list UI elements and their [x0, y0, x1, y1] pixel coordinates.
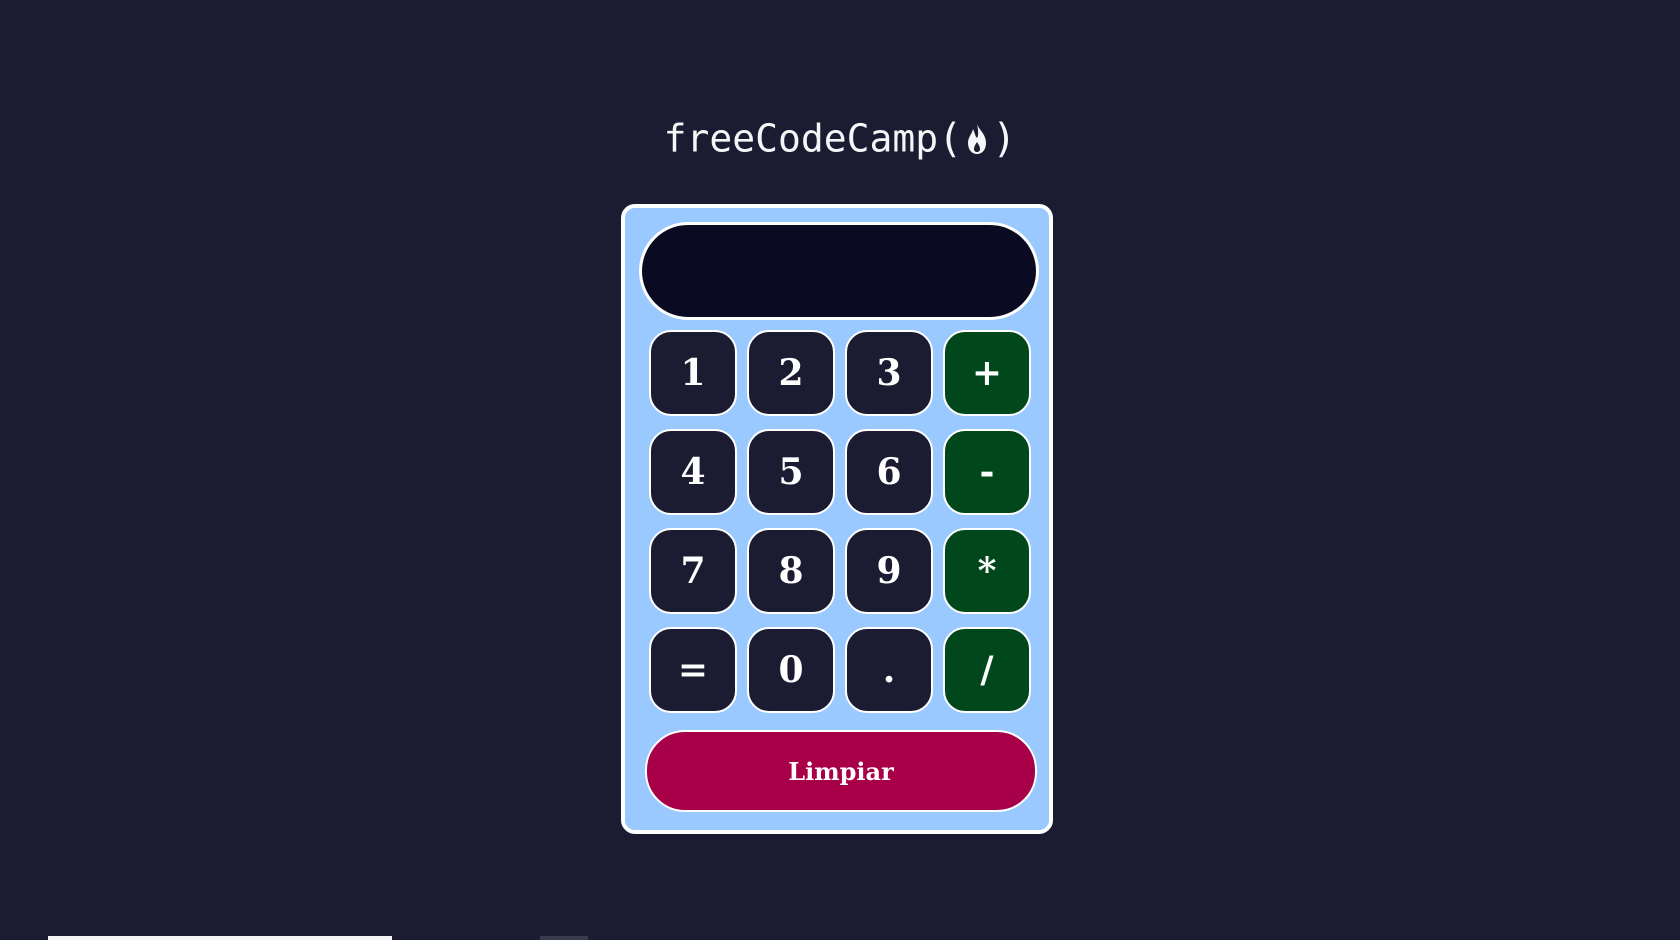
key-2[interactable]: 2: [747, 330, 835, 416]
logo-text: freeCodeCamp: [663, 116, 939, 161]
key-0[interactable]: 0: [747, 627, 835, 713]
key-7[interactable]: 7: [649, 528, 737, 614]
freecodecamp-logo: freeCodeCamp(): [0, 106, 1680, 169]
logo-flame-group: (): [938, 109, 1016, 169]
flame-icon: [968, 123, 987, 154]
key-3[interactable]: 3: [845, 330, 933, 416]
key-multiply[interactable]: *: [943, 528, 1031, 614]
key-add[interactable]: +: [943, 330, 1031, 416]
key-4[interactable]: 4: [649, 429, 737, 515]
key-1[interactable]: 1: [649, 330, 737, 416]
horizontal-scrollbar-thumb[interactable]: [48, 936, 392, 940]
scrollbar-marker: [540, 936, 588, 940]
key-8[interactable]: 8: [747, 528, 835, 614]
calculator: 1 2 3 + 4 5 6 - 7 8 9 * = 0 . / Limpiar: [621, 204, 1053, 834]
key-decimal[interactable]: .: [845, 627, 933, 713]
logo-paren-close: ): [992, 115, 1017, 162]
calculator-display: [639, 222, 1039, 320]
logo-paren-open: (: [938, 115, 963, 162]
key-9[interactable]: 9: [845, 528, 933, 614]
key-5[interactable]: 5: [747, 429, 835, 515]
key-subtract[interactable]: -: [943, 429, 1031, 515]
key-6[interactable]: 6: [845, 429, 933, 515]
keypad: 1 2 3 + 4 5 6 - 7 8 9 * = 0 . /: [649, 330, 1033, 713]
key-equals[interactable]: =: [649, 627, 737, 713]
clear-button[interactable]: Limpiar: [645, 730, 1037, 812]
key-divide[interactable]: /: [943, 627, 1031, 713]
